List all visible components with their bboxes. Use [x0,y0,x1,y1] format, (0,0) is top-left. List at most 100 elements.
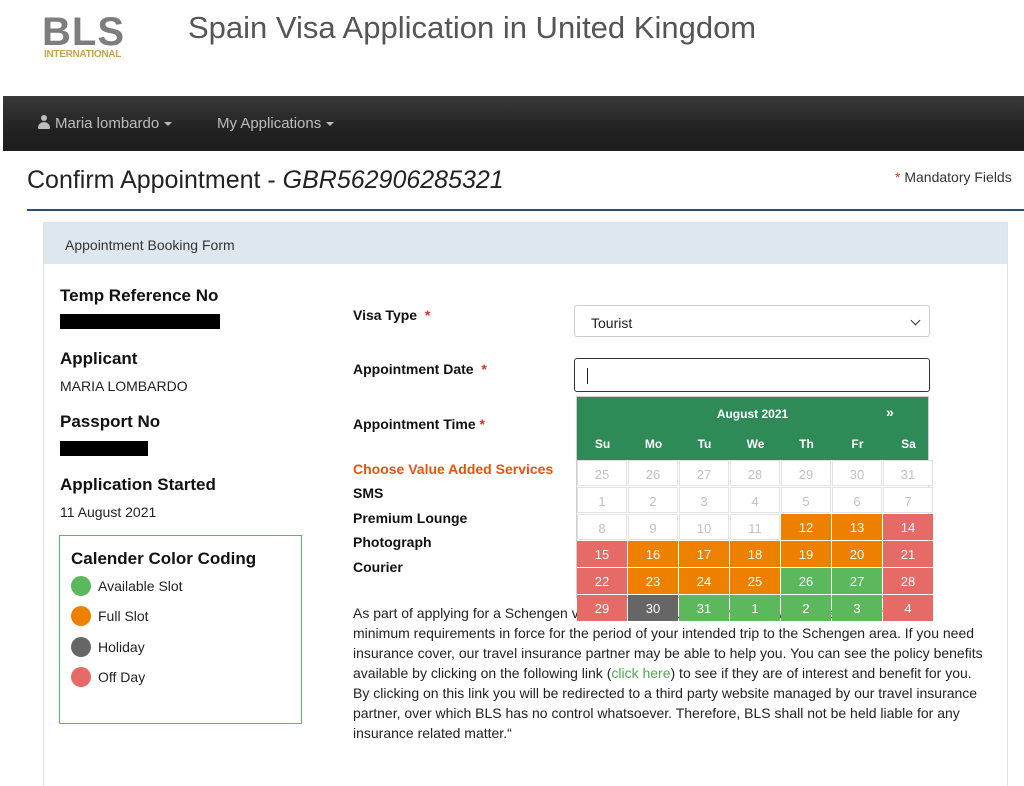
calendar-day: 28 [730,460,780,486]
passport-label: Passport No [60,412,161,431]
caret-down-icon [164,122,173,127]
calendar-day: 25 [730,568,780,594]
calendar-day: 4 [883,595,933,621]
calendar-day: 28 [883,568,933,594]
legend-item-off-day: Off Day [71,667,145,689]
date-picker-calendar: August 2021 » Su Mo Tu We Th Fr Sa 25 26 27 28 29 30… [576,396,933,621]
calendar-day: 29 [781,460,831,486]
visa-type-label-text: Visa Type [353,307,418,323]
calendar-day: 1 [577,487,627,513]
legend-label: Available Slot [98,578,183,594]
calendar-day: 12 [781,514,831,540]
appointment-date-label-text: Appointment Date [353,361,474,377]
calendar-day: 13 [832,514,882,540]
calendar-day: 17 [679,541,729,567]
calendar-day: 10 [679,514,729,540]
application-started-value: 11 August 2021 [60,504,157,520]
visa-type-selected: Tourist [591,315,633,331]
orange-dot-icon [71,606,91,626]
calendar-day: 26 [628,460,678,486]
applicant-value: MARIA LOMBARDO [60,378,188,394]
weekday-header: Fr [851,437,864,451]
weekday-header: Sa [901,437,916,451]
next-month-button[interactable]: » [886,404,894,420]
calendar-day: 25 [577,460,627,486]
calendar-day: 8 [577,514,627,540]
calendar-day[interactable]: 2 [781,595,831,621]
required-star: * [895,169,901,185]
applicant-label: Applicant [60,349,138,368]
weekday-header: Tu [697,437,712,451]
calendar-day: 18 [730,541,780,567]
site-title: Spain Visa Application in United Kingdom [188,10,757,45]
calendar-color-legend: Calender Color Coding Available Slot Ful… [59,535,302,724]
page-title: Confirm Appointment - GBR562906285321 [27,166,504,195]
green-dot-icon [71,576,91,596]
calendar-month-title: August 2021 [716,407,789,421]
mandatory-fields-note: * Mandatory Fields [895,169,1012,185]
calendar-day: 23 [628,568,678,594]
calendar-day: 4 [730,487,780,513]
calendar-day[interactable]: 31 [679,595,729,621]
calendar-day: 3 [679,487,729,513]
chevron-down-icon [910,315,921,326]
user-menu[interactable]: Maria lombardo [37,115,173,132]
weekday-header: Th [799,437,814,451]
weekday-header: We [746,437,765,451]
legend-title: Calender Color Coding [71,549,257,568]
mandatory-label: Mandatory Fields [904,169,1012,185]
legend-label: Holiday [98,639,145,655]
calendar-day: 19 [781,541,831,567]
passport-redacted [60,441,148,456]
calendar-day: 21 [883,541,933,567]
text-cursor [587,368,588,384]
calendar-day: 2 [628,487,678,513]
temp-reference-redacted [60,314,220,329]
calendar-day: 30 [628,595,678,621]
calendar-day: 16 [628,541,678,567]
bls-logo[interactable]: BLS INTERNATIONAL [42,10,134,62]
calendar-day: 9 [628,514,678,540]
required-star: * [481,361,487,377]
legend-label: Full Slot [98,608,149,624]
insurance-link[interactable]: click here [611,665,670,681]
panel-header: Appointment Booking Form [44,223,1007,264]
value-added-services-title: Choose Value Added Services [353,461,554,477]
logo-subtext: INTERNATIONAL [44,49,122,60]
calendar-day[interactable]: 26 [781,568,831,594]
legend-item-holiday: Holiday [71,637,145,659]
service-photograph: Photograph [353,534,432,550]
service-premium-lounge: Premium Lounge [353,510,468,526]
legend-item-available: Available Slot [71,576,183,598]
insurance-notice: As part of applying for a Schengen visa,… [353,603,986,743]
heading-divider [27,209,1024,211]
appointment-date-input[interactable] [574,358,930,392]
required-star: * [424,307,431,323]
weekday-header: Mo [644,437,663,451]
calendar-day: 11 [730,514,780,540]
calendar-day: 15 [577,541,627,567]
calendar-day: 5 [781,487,831,513]
calendar-day[interactable]: 27 [832,568,882,594]
calendar-day[interactable]: 1 [730,595,780,621]
appointment-time-label-text: Appointment Time [353,416,476,432]
temp-reference-label: Temp Reference No [60,286,219,305]
calendar-day: 24 [679,568,729,594]
weekday-header: Su [594,437,611,451]
service-courier: Courier [353,559,403,575]
calendar-day[interactable]: 3 [832,595,882,621]
visa-type-select[interactable]: Tourist [574,305,930,337]
appointment-date-label: Appointment Date * [353,361,487,377]
user-icon [37,115,51,129]
gray-dot-icon [71,637,91,657]
application-started-label: Application Started [60,475,216,494]
my-applications-menu[interactable]: My Applications [217,115,335,132]
calendar-day: 7 [883,487,933,513]
required-star: * [479,416,485,432]
red-dot-icon [71,667,91,687]
caret-down-icon [326,122,335,127]
calendar-day: 31 [883,460,933,486]
page-title-prefix: Confirm Appointment - [27,166,283,194]
user-name: Maria lombardo [55,115,160,132]
calendar-day: 30 [832,460,882,486]
